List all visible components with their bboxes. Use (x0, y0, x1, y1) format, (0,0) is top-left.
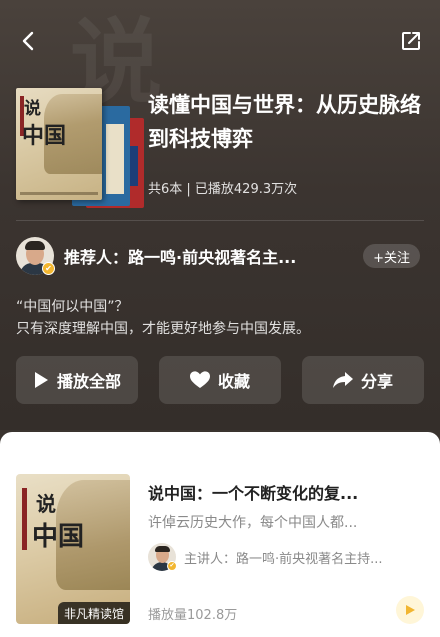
description-line2: 只有深度理解中国，才能更好地参与中国发展。 (16, 321, 310, 337)
follow-button[interactable]: +关注 (363, 244, 420, 268)
divider (16, 220, 424, 221)
host-label: 主讲人：路一鸣·前央视著名主持... (184, 551, 383, 567)
share-top-button[interactable] (396, 26, 426, 56)
album-cover[interactable]: 说 中国 (16, 88, 144, 208)
album-meta: 共6本 | 已播放429.3万次 (148, 182, 298, 197)
cover-title-line2: 中国 (22, 123, 67, 149)
album-title: 读懂中国与世界：从历史脉络到科技博弈 (148, 93, 421, 151)
play-icon (34, 372, 48, 388)
action-row: 播放全部 收藏 分享 (16, 356, 424, 404)
description-line1: “中国何以中国”？ (16, 299, 129, 315)
heart-icon (189, 371, 210, 388)
item-cover-title-line1: 说 (36, 492, 56, 516)
item-play-button[interactable] (396, 596, 424, 624)
play-icon (406, 605, 415, 615)
item-subtitle: 许倬云历史大作，每个中国人都... (148, 515, 358, 531)
cover-tag: 非凡精读馆 (57, 602, 130, 624)
host-row: ✔ 主讲人：路一鸣·前央视著名主持... (148, 542, 424, 572)
album-description: “中国何以中国”？ 只有深度理解中国，才能更好地参与中国发展。 (16, 296, 310, 340)
share-label: 分享 (360, 372, 393, 391)
share-arrow-icon (332, 372, 353, 388)
item-cover-title-line2: 中国 (32, 522, 85, 552)
item-title[interactable]: 说中国：一个不断变化的复... (148, 480, 424, 504)
verified-badge-icon: ✔ (167, 561, 177, 571)
favorite-button[interactable]: 收藏 (159, 356, 281, 404)
play-count: 播放量102.8万 (148, 608, 238, 623)
book-cover-front: 说 中国 (16, 88, 102, 200)
verified-badge-icon: ✔ (42, 262, 55, 275)
play-all-button[interactable]: 播放全部 (16, 356, 138, 404)
recommender-label: 推荐人：路一鸣·前央视著名主... (64, 248, 297, 267)
content-list-sheet: 说 中国 非凡精读馆 说中国：一个不断变化的复... 许倬云历史大作，每个中国人… (0, 432, 440, 637)
back-button[interactable] (14, 26, 44, 56)
share-button[interactable]: 分享 (302, 356, 424, 404)
album-header: 说 说 中国 读懂中国与世界：从历史脉络到科技博弈 共6本 | 已播放429.3… (0, 0, 440, 430)
chevron-left-icon (22, 31, 34, 51)
item-cover[interactable]: 说 中国 非凡精读馆 (16, 474, 130, 624)
favorite-label: 收藏 (217, 372, 250, 391)
recommender-row[interactable]: ✔ 推荐人：路一鸣·前央视著名主... +关注 (16, 236, 424, 276)
cover-title-line1: 说 (24, 99, 41, 119)
play-all-label: 播放全部 (56, 372, 121, 391)
share-export-icon (402, 32, 420, 50)
